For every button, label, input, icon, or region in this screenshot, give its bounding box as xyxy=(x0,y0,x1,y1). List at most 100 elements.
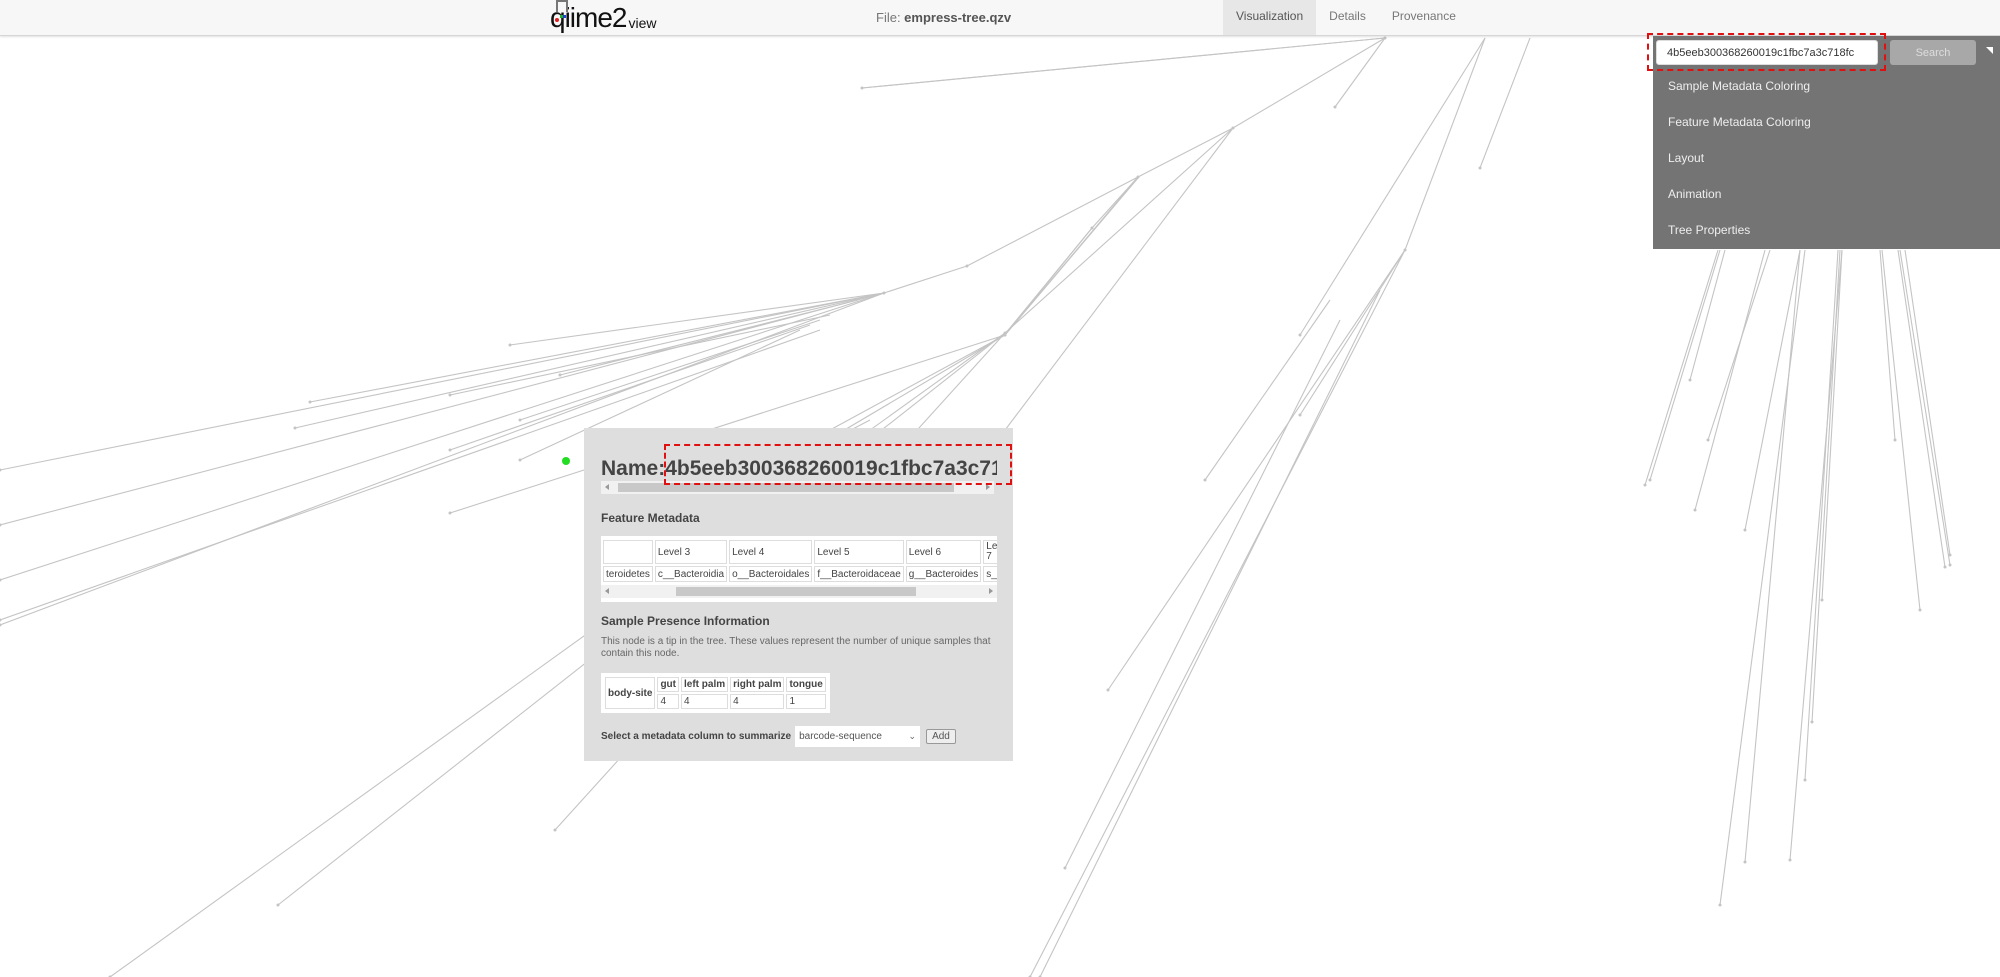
tree-node[interactable] xyxy=(1943,565,1947,569)
tab-visualization[interactable]: Visualization xyxy=(1223,0,1317,35)
tree-branch[interactable] xyxy=(966,176,1139,267)
qiime2-view-logo[interactable]: qiime 2 view xyxy=(550,0,657,32)
tree-node[interactable] xyxy=(0,618,2,622)
feature-metadata-table-container: Level 3 Level 4 Level 5 Level 6 Level 7 … xyxy=(601,536,997,602)
tree-node[interactable] xyxy=(1643,483,1647,487)
tree-branch[interactable] xyxy=(1299,249,1406,416)
feature-search-input[interactable] xyxy=(1656,40,1878,65)
tree-branch[interactable] xyxy=(1107,249,1406,691)
tree-node[interactable] xyxy=(0,468,2,472)
tree-node[interactable] xyxy=(1203,478,1207,482)
tree-node[interactable] xyxy=(1648,478,1652,482)
tree-branch[interactable] xyxy=(1649,249,1721,481)
tree-node[interactable] xyxy=(1003,333,1007,337)
tree-branch[interactable] xyxy=(1811,249,1841,723)
tree-node[interactable] xyxy=(308,400,312,404)
tree-branch[interactable] xyxy=(1137,127,1234,178)
tree-branch[interactable] xyxy=(1039,289,1381,977)
tree-node[interactable] xyxy=(1718,903,1722,907)
tree-branch[interactable] xyxy=(1899,249,1951,566)
tree-node[interactable] xyxy=(1706,438,1710,442)
tree-node[interactable] xyxy=(1478,166,1482,170)
tree-branch[interactable] xyxy=(1804,249,1839,781)
tree-node[interactable] xyxy=(1948,563,1952,567)
tree-branch[interactable] xyxy=(1719,249,1806,906)
tree-branch[interactable] xyxy=(1904,249,1951,556)
summarize-label: Select a metadata column to summarize xyxy=(601,731,792,742)
tree-node[interactable] xyxy=(1893,438,1897,442)
tree-node[interactable] xyxy=(558,373,562,377)
tree-branch[interactable] xyxy=(509,292,885,346)
menu-item-sample-metadata-coloring[interactable]: Sample Metadata Coloring xyxy=(1668,79,1810,93)
tree-node[interactable] xyxy=(448,448,452,452)
scroll-left-icon[interactable] xyxy=(605,588,609,594)
feature-metadata-horizontal-scrollbar[interactable] xyxy=(601,585,997,598)
collapse-triangle-icon[interactable] xyxy=(1986,47,1993,54)
menu-item-tree-properties[interactable]: Tree Properties xyxy=(1668,223,1750,237)
tree-node[interactable] xyxy=(1298,413,1302,417)
tree-branch[interactable] xyxy=(1879,249,1896,441)
tree-branch[interactable] xyxy=(519,319,821,421)
tree-node[interactable] xyxy=(1948,553,1952,557)
tree-branch[interactable] xyxy=(1821,249,1843,601)
tree-node[interactable] xyxy=(553,828,557,832)
summarize-row: Select a metadata column to summarize ba… xyxy=(601,726,956,747)
tree-node[interactable] xyxy=(448,393,452,397)
tree-node[interactable] xyxy=(0,578,2,582)
tree-node[interactable] xyxy=(1810,720,1814,724)
tree-node[interactable] xyxy=(1743,528,1747,532)
tree-branch[interactable] xyxy=(1744,249,1801,863)
tree-branch[interactable] xyxy=(1064,319,1341,869)
scroll-left-icon[interactable] xyxy=(605,484,609,490)
menu-item-feature-metadata-coloring[interactable]: Feature Metadata Coloring xyxy=(1668,115,1811,129)
tree-branch[interactable] xyxy=(1479,37,1531,169)
tree-node[interactable] xyxy=(518,418,522,422)
tree-node[interactable] xyxy=(1803,778,1807,782)
tree-branch[interactable] xyxy=(294,292,885,429)
tree-branch[interactable] xyxy=(1299,37,1486,336)
tree-node[interactable] xyxy=(518,458,522,462)
scroll-right-icon[interactable] xyxy=(989,588,993,594)
tab-provenance[interactable]: Provenance xyxy=(1379,0,1469,35)
tree-node[interactable] xyxy=(1333,105,1337,109)
tree-node[interactable] xyxy=(293,426,297,430)
tree-branch[interactable] xyxy=(861,37,1386,89)
tree-node[interactable] xyxy=(1063,866,1067,870)
search-button[interactable]: Search xyxy=(1890,40,1976,65)
tree-branch[interactable] xyxy=(1897,249,1946,568)
tree-node[interactable] xyxy=(1106,688,1110,692)
selected-node-marker[interactable] xyxy=(562,457,570,465)
tree-node[interactable] xyxy=(1743,860,1747,864)
tree-branch[interactable] xyxy=(883,265,968,294)
metadata-column-selected: barcode-sequence xyxy=(799,731,882,742)
tree-branch[interactable] xyxy=(1029,249,1406,977)
tree-branch[interactable] xyxy=(1644,249,1719,486)
tree-node[interactable] xyxy=(1383,36,1387,40)
tree-node[interactable] xyxy=(1693,508,1697,512)
tree-node[interactable] xyxy=(1820,598,1824,602)
tree-node[interactable] xyxy=(1788,858,1792,862)
tab-details[interactable]: Details xyxy=(1316,0,1379,35)
tree-branch[interactable] xyxy=(1404,37,1486,251)
tree-node[interactable] xyxy=(276,903,280,907)
tree-node[interactable] xyxy=(1688,378,1692,382)
tree-branch[interactable] xyxy=(1004,127,1234,334)
tree-node[interactable] xyxy=(1298,333,1302,337)
tree-branch[interactable] xyxy=(1881,249,1921,611)
tree-node[interactable] xyxy=(448,511,452,515)
tree-branch[interactable] xyxy=(559,299,859,376)
tree-branch[interactable] xyxy=(989,127,1234,451)
menu-item-layout[interactable]: Layout xyxy=(1668,151,1704,165)
tree-node[interactable] xyxy=(0,523,2,527)
tree-branch[interactable] xyxy=(1004,227,1093,336)
tree-branch[interactable] xyxy=(1004,177,1139,336)
scrollbar-thumb[interactable] xyxy=(676,587,916,596)
add-summary-button[interactable]: Add xyxy=(926,729,956,744)
tree-branch[interactable] xyxy=(1334,37,1386,108)
metadata-column-select[interactable]: barcode-sequence ⌄ xyxy=(795,726,921,747)
menu-item-animation[interactable]: Animation xyxy=(1668,187,1721,201)
tree-node[interactable] xyxy=(508,343,512,347)
tree-branch[interactable] xyxy=(1232,37,1386,129)
tree-node[interactable] xyxy=(1918,608,1922,612)
tree-branch[interactable] xyxy=(1689,249,1726,381)
